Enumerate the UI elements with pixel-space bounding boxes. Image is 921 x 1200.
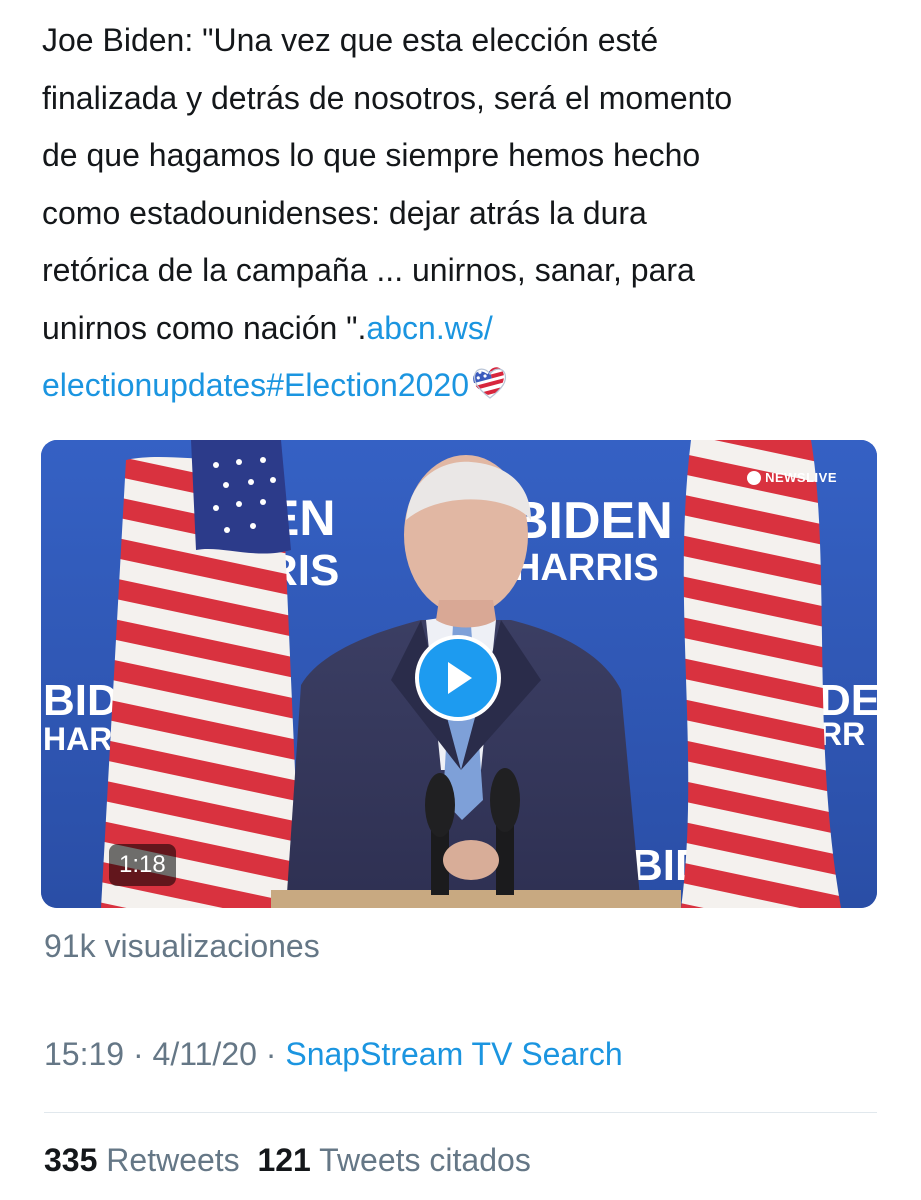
quote-tweets-stat[interactable]: 121 Tweets citados [257,1142,530,1178]
meta-separator: · [124,1036,153,1072]
retweets-count: 335 [44,1142,98,1178]
play-icon [448,662,472,694]
tweet-text-line: finalizada y detrás de nosotros, será el… [42,79,733,116]
tweet-date[interactable]: 4/11/20 [153,1036,257,1072]
video-player[interactable]: EN RIS BIDEN HARRIS BIDE HARR DE RR BID [41,440,877,908]
retweets-label: Retweets [106,1142,240,1178]
view-count: 91k visualizaciones [44,928,320,964]
tweet-meta: 15:19 · 4/11/20 · SnapStream TV Search [44,1036,623,1073]
network-bug-label: NEWSLIVE [765,470,837,485]
abc-logo-icon [747,470,762,485]
quote-tweets-label: Tweets citados [319,1142,531,1178]
backdrop-text: RR [819,716,865,752]
ballot-heart-icon [471,363,509,421]
tweet-text-line-link: electionupdates#Election2020 [42,357,892,421]
tweet-link-part1[interactable]: abcn.ws/ [366,310,492,346]
backdrop-text: BIDEN [511,492,673,550]
tweet-source-link[interactable]: SnapStream TV Search [285,1036,622,1072]
video-duration: 1:18 [109,844,176,886]
tweet-text-tail: unirnos como nación ". [42,309,367,346]
tweet-text: Joe Biden: "Una vez que esta elección es… [42,12,892,421]
tweet-link-continued[interactable]: electionupdates [42,367,266,403]
tweet-text-line: retórica de la campaña ... unirnos, sana… [42,252,695,288]
hashtag-link[interactable]: #Election2020 [266,367,469,403]
flag-right [681,440,841,908]
tweet-stats: 335 Retweets 121 Tweets citados [44,1142,531,1179]
quote-tweets-count: 121 [257,1142,311,1178]
tweet-text-line: de que hagamos lo que siempre hemos hech… [42,137,701,173]
tweet-text-line-last: unirnos como nación ".abcn.ws/ [42,300,892,358]
divider [44,1112,877,1113]
tweet-link[interactable]: abcn.ws/ [366,310,492,346]
network-bug: NEWSLIVE [747,470,837,485]
tweet-text-line: Joe Biden: "Una vez que esta elección es… [42,22,659,58]
tweet-time[interactable]: 15:19 [44,1036,124,1072]
play-button[interactable] [415,635,501,721]
retweets-stat[interactable]: 335 Retweets [44,1142,240,1178]
meta-separator: · [256,1036,286,1072]
tweet-text-line: como estadounidenses: dejar atrás la dur… [42,194,647,231]
flag-left [101,440,301,908]
backdrop-text: HARRIS [513,547,659,589]
